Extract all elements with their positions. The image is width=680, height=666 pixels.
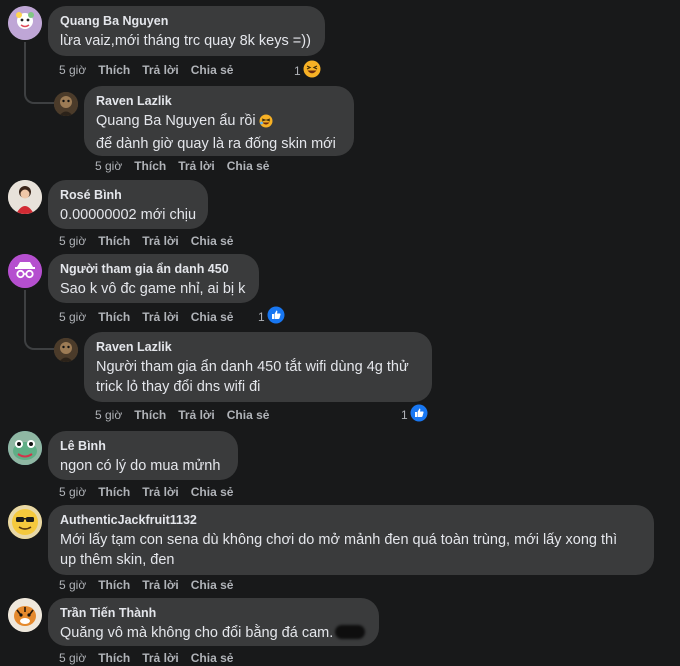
reaction-summary[interactable]: 1: [294, 60, 321, 81]
share-button[interactable]: Chia sẻ: [191, 310, 234, 324]
like-button[interactable]: Thích: [98, 651, 130, 665]
timestamp[interactable]: 5 giờ: [59, 310, 86, 324]
rofl-emoji-icon: [259, 114, 273, 134]
comment-bubble: Raven Lazlik Quang Ba Nguyen ẩu rồi để d…: [84, 86, 354, 156]
avatar[interactable]: [8, 505, 42, 539]
comment-author[interactable]: Rosé Bình: [60, 188, 196, 203]
avatar[interactable]: [8, 180, 42, 214]
avatar[interactable]: [8, 598, 42, 632]
comment-actions: 5 giờ Thích Trả lời Chia sẻ: [59, 485, 245, 499]
thread-line: [24, 290, 54, 350]
share-button[interactable]: Chia sẻ: [227, 408, 270, 422]
reply-button[interactable]: Trả lời: [142, 485, 179, 499]
mention-link[interactable]: Quang Ba Nguyen ẩu rồi: [96, 113, 256, 129]
share-button[interactable]: Chia sẻ: [191, 63, 234, 77]
comment-bubble: Raven Lazlik Người tham gia ẩn danh 450 …: [84, 332, 432, 402]
like-button[interactable]: Thích: [134, 159, 166, 173]
reaction-count: 1: [258, 309, 265, 324]
reply-button[interactable]: Trả lời: [142, 234, 179, 248]
like-icon: [410, 404, 428, 425]
timestamp[interactable]: 5 giờ: [59, 234, 86, 248]
reply-button[interactable]: Trả lời: [142, 310, 179, 324]
like-button[interactable]: Thích: [98, 63, 130, 77]
share-button[interactable]: Chia sẻ: [191, 485, 234, 499]
comment-bubble: Trần Tiến Thành Quăng vô mà không cho đổ…: [48, 598, 379, 646]
comment-bubble: Quang Ba Nguyen lừa vaiz,mới tháng trc q…: [48, 6, 325, 56]
reply-button[interactable]: Trả lời: [178, 159, 215, 173]
anonymous-avatar-icon[interactable]: [8, 254, 42, 288]
share-button[interactable]: Chia sẻ: [191, 578, 234, 592]
reply-button[interactable]: Trả lời: [178, 408, 215, 422]
comment-text: Quăng vô mà không cho đổi bằng đá cam.: [60, 623, 367, 643]
reaction-count: 1: [294, 63, 301, 78]
redacted-sticker: [335, 625, 366, 639]
timestamp[interactable]: 5 giờ: [95, 408, 122, 422]
comment-author[interactable]: Raven Lazlik: [96, 94, 342, 109]
comment-actions: 5 giờ Thích Trả lời Chia sẻ: [59, 310, 245, 324]
comment-text: 0.00000002 mới chịu: [60, 207, 197, 223]
comment-author[interactable]: Người tham gia ẩn danh 450: [60, 262, 247, 277]
avatar[interactable]: [8, 431, 42, 465]
comment-bubble: Người tham gia ẩn danh 450 Sao k vô đc g…: [48, 254, 259, 303]
comment-actions: 5 giờ Thích Trả lời Chia sẻ: [59, 651, 245, 665]
like-button[interactable]: Thích: [98, 310, 130, 324]
comment-actions: 5 giờ Thích Trả lời Chia sẻ: [95, 159, 281, 173]
comment-text: Sao k vô đc game nhỉ, ai bị k: [60, 281, 246, 297]
comment-actions: 5 giờ Thích Trả lời Chia sẻ: [95, 408, 281, 422]
comment-actions: 5 giờ Thích Trả lời Chia sẻ: [59, 578, 245, 592]
comment-actions: 5 giờ Thích Trả lời Chia sẻ: [59, 234, 245, 248]
comment-bubble: Rosé Bình 0.00000002 mới chịu: [48, 180, 208, 229]
like-icon: [267, 306, 285, 327]
comment-author[interactable]: Raven Lazlik: [96, 340, 420, 355]
comment-author[interactable]: Quang Ba Nguyen: [60, 14, 313, 29]
thread-line: [24, 42, 54, 104]
avatar[interactable]: [54, 338, 78, 362]
comment-bubble: AuthenticJackfruit1132 Mới lấy tạm con s…: [48, 505, 654, 575]
reaction-summary[interactable]: 1: [401, 404, 428, 425]
comment-text: Quang Ba Nguyen ẩu rồi để dành giờ quay …: [96, 113, 336, 152]
like-button[interactable]: Thích: [98, 485, 130, 499]
reply-button[interactable]: Trả lời: [142, 63, 179, 77]
timestamp[interactable]: 5 giờ: [59, 63, 86, 77]
avatar[interactable]: [8, 6, 42, 40]
reply-button[interactable]: Trả lời: [142, 651, 179, 665]
like-button[interactable]: Thích: [134, 408, 166, 422]
haha-emoji-icon: [303, 60, 321, 81]
comment-text: lừa vaiz,mới tháng trc quay 8k keys =)): [60, 33, 311, 49]
share-button[interactable]: Chia sẻ: [191, 234, 234, 248]
reply-button[interactable]: Trả lời: [142, 578, 179, 592]
like-button[interactable]: Thích: [98, 578, 130, 592]
avatar[interactable]: [54, 92, 78, 116]
timestamp[interactable]: 5 giờ: [59, 485, 86, 499]
like-button[interactable]: Thích: [98, 234, 130, 248]
timestamp[interactable]: 5 giờ: [59, 578, 86, 592]
comment-author[interactable]: AuthenticJackfruit1132: [60, 513, 642, 528]
reaction-summary[interactable]: 1: [258, 306, 285, 327]
timestamp[interactable]: 5 giờ: [59, 651, 86, 665]
comment-text: Mới lấy tạm con sena dù không chơi do mở…: [60, 532, 618, 568]
comment-text: Người tham gia ẩn danh 450 tắt wifi dùng…: [96, 359, 409, 395]
comment-text: ngon có lý do mua mửnh: [60, 458, 221, 474]
comment-author[interactable]: Trần Tiến Thành: [60, 606, 367, 621]
share-button[interactable]: Chia sẻ: [191, 651, 234, 665]
timestamp[interactable]: 5 giờ: [95, 159, 122, 173]
share-button[interactable]: Chia sẻ: [227, 159, 270, 173]
comment-author[interactable]: Lê Bình: [60, 439, 226, 454]
reaction-count: 1: [401, 407, 408, 422]
comment-actions: 5 giờ Thích Trả lời Chia sẻ: [59, 63, 245, 77]
comment-bubble: Lê Bình ngon có lý do mua mửnh: [48, 431, 238, 480]
